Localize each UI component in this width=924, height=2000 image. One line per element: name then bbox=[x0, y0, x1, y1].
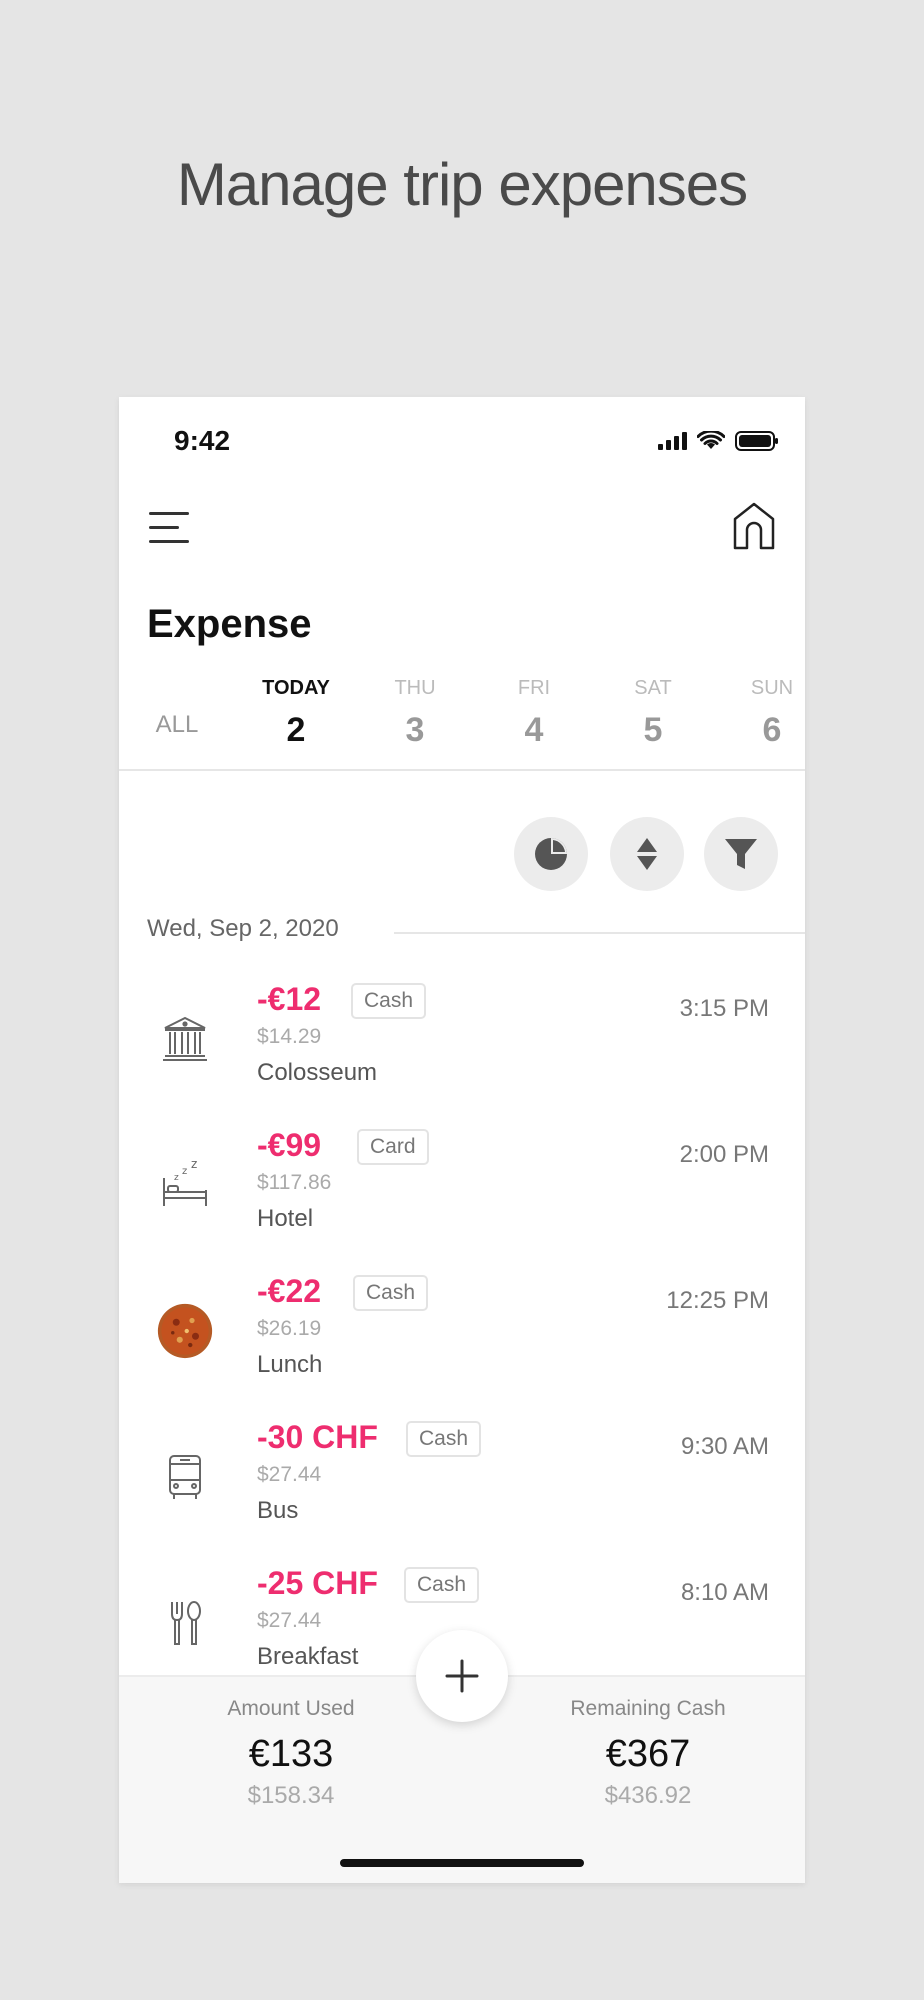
tab-sat[interactable]: SAT 5 bbox=[603, 677, 703, 750]
amount-used-summary: Amount Used €133 $158.34 bbox=[161, 1697, 421, 1810]
date-section-header: Wed, Sep 2, 2020 bbox=[147, 915, 339, 942]
expense-name: Breakfast bbox=[257, 1643, 359, 1670]
payment-method-badge: Cash bbox=[351, 983, 427, 1019]
expense-row[interactable]: -€22 Cash $26.19 Lunch 12:25 PM bbox=[119, 1273, 805, 1413]
payment-method-badge: Cash bbox=[404, 1567, 480, 1603]
expense-amount: -30 CHF bbox=[257, 1419, 378, 1455]
filter-button[interactable] bbox=[704, 817, 778, 891]
expense-amount: -€12 bbox=[257, 981, 322, 1017]
tab-day-number: 2 bbox=[286, 711, 306, 749]
expense-usd: $27.44 bbox=[257, 1463, 322, 1486]
tab-weekday: THU bbox=[394, 677, 436, 699]
cellular-signal-icon bbox=[658, 432, 687, 450]
pie-chart-icon bbox=[535, 838, 567, 870]
expense-usd: $27.44 bbox=[257, 1609, 322, 1632]
expense-name: Bus bbox=[257, 1497, 299, 1524]
bus-icon bbox=[157, 1449, 213, 1505]
chart-button[interactable] bbox=[514, 817, 588, 891]
expense-row[interactable]: z z z -€99 Card $117.86 Hotel 2:00 PM bbox=[119, 1127, 805, 1267]
page-title: Expense bbox=[147, 602, 312, 646]
fork-spoon-icon bbox=[157, 1595, 213, 1651]
expense-time: 12:25 PM bbox=[666, 1287, 769, 1314]
museum-icon bbox=[157, 1011, 213, 1067]
expense-row[interactable]: -30 CHF Cash $27.44 Bus 9:30 AM bbox=[119, 1419, 805, 1559]
tab-weekday: SUN bbox=[750, 677, 794, 699]
summary-usd: $436.92 bbox=[604, 1782, 692, 1809]
expense-usd: $26.19 bbox=[257, 1317, 322, 1340]
remaining-cash-summary: Remaining Cash €367 $436.92 bbox=[518, 1697, 778, 1810]
tab-thu[interactable]: THU 3 bbox=[365, 677, 465, 750]
expense-time: 3:15 PM bbox=[679, 995, 769, 1022]
tab-day-number: 6 bbox=[762, 711, 782, 749]
summary-label: Amount Used bbox=[227, 1697, 355, 1720]
tab-weekday: FRI bbox=[517, 677, 551, 699]
home-button[interactable] bbox=[731, 501, 777, 551]
tab-fri[interactable]: FRI 4 bbox=[484, 677, 584, 750]
battery-icon bbox=[735, 431, 778, 451]
summary-usd: $158.34 bbox=[247, 1782, 335, 1809]
tab-day-number: 5 bbox=[643, 711, 663, 749]
sort-icon bbox=[637, 838, 657, 870]
tab-today[interactable]: TODAY 2 bbox=[246, 677, 346, 750]
phone-screen: 9:42 Expense ALL TODAY 2 THU 3 FRI 4 SAT… bbox=[119, 397, 805, 1883]
payment-method-badge: Cash bbox=[353, 1275, 429, 1311]
bed-icon: z z z bbox=[157, 1157, 213, 1213]
tab-weekday: SAT bbox=[634, 677, 672, 699]
day-tabs: ALL TODAY 2 THU 3 FRI 4 SAT 5 SUN 6 bbox=[119, 677, 805, 767]
tab-sun[interactable]: SUN 6 bbox=[722, 677, 805, 750]
filter-icon bbox=[725, 839, 757, 869]
expense-time: 8:10 AM bbox=[680, 1579, 769, 1606]
summary-value: €133 bbox=[248, 1733, 334, 1775]
divider bbox=[119, 769, 805, 771]
plus-icon bbox=[445, 1659, 479, 1693]
expense-amount: -€22 bbox=[257, 1273, 322, 1309]
expense-name: Lunch bbox=[257, 1351, 323, 1378]
pizza-photo bbox=[157, 1303, 213, 1359]
tab-label: ALL bbox=[155, 711, 199, 738]
svg-text:z: z bbox=[182, 1166, 187, 1177]
page-headline: Manage trip expenses bbox=[176, 151, 748, 218]
sort-button[interactable] bbox=[610, 817, 684, 891]
payment-method-badge: Cash bbox=[406, 1421, 482, 1457]
expense-name: Colosseum bbox=[257, 1059, 378, 1086]
wifi-icon bbox=[697, 431, 725, 449]
svg-text:z: z bbox=[174, 1173, 179, 1183]
status-time: 9:42 bbox=[174, 425, 231, 456]
summary-label: Remaining Cash bbox=[570, 1697, 726, 1720]
expense-amount: -€99 bbox=[257, 1127, 322, 1163]
tab-day-number: 3 bbox=[405, 711, 425, 749]
tab-day-number: 4 bbox=[524, 711, 544, 749]
hamburger-icon bbox=[149, 512, 189, 515]
summary-value: €367 bbox=[605, 1733, 691, 1775]
tab-all[interactable]: ALL bbox=[127, 677, 227, 739]
add-expense-button[interactable] bbox=[416, 1630, 508, 1722]
expense-usd: $14.29 bbox=[257, 1025, 322, 1048]
menu-button[interactable] bbox=[149, 509, 193, 545]
expense-usd: $117.86 bbox=[257, 1171, 332, 1194]
home-icon bbox=[733, 502, 775, 550]
expense-time: 9:30 AM bbox=[680, 1433, 769, 1460]
tab-weekday: TODAY bbox=[262, 677, 330, 699]
expense-name: Hotel bbox=[257, 1205, 314, 1232]
expense-row[interactable]: -€12 Cash $14.29 Colosseum 3:15 PM bbox=[119, 981, 805, 1121]
payment-method-badge: Card bbox=[357, 1129, 429, 1165]
svg-text:z: z bbox=[191, 1160, 197, 1171]
home-indicator[interactable] bbox=[340, 1859, 584, 1867]
divider bbox=[394, 932, 805, 934]
expense-amount: -25 CHF bbox=[257, 1565, 378, 1601]
expense-time: 2:00 PM bbox=[679, 1141, 769, 1168]
status-bar: 9:42 bbox=[119, 425, 805, 465]
